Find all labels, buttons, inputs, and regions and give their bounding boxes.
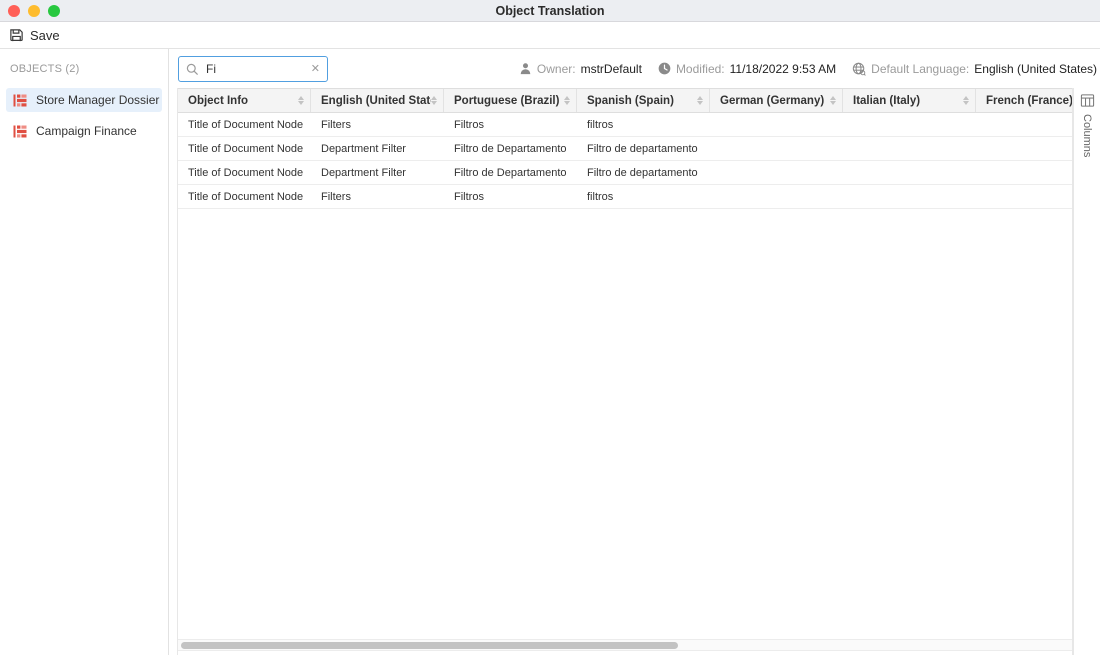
- window-title: Object Translation: [0, 4, 1100, 18]
- search-box[interactable]: ✕: [178, 56, 328, 82]
- table-cell[interactable]: Filtros: [444, 113, 577, 136]
- translation-table: Object Info English (United States) Portug…: [177, 88, 1073, 655]
- owner-label: Owner:: [537, 62, 576, 76]
- table-cell[interactable]: [976, 185, 1073, 208]
- modified-label: Modified:: [676, 62, 725, 76]
- owner-value: mstrDefault: [581, 62, 642, 76]
- modified-value: 11/18/2022 9:53 AM: [730, 62, 837, 76]
- table-cell[interactable]: [710, 185, 843, 208]
- sort-icon[interactable]: [830, 96, 836, 105]
- modified-info: Modified: 11/18/2022 9:53 AM: [658, 62, 836, 76]
- sort-icon[interactable]: [564, 96, 570, 105]
- column-header[interactable]: French (France): [976, 89, 1073, 112]
- table-cell[interactable]: Department Filter: [311, 161, 444, 184]
- sidebar-item-campaign-finance[interactable]: Campaign Finance: [6, 119, 162, 143]
- search-input[interactable]: [206, 62, 311, 76]
- default-language-info: Default Language: English (United States…: [852, 62, 1097, 76]
- column-header-label: French (France): [986, 95, 1073, 107]
- sidebar-item-label: Campaign Finance: [36, 124, 137, 138]
- table-cell[interactable]: Filtros: [444, 185, 577, 208]
- table-cell[interactable]: Title of Document Node: [178, 185, 311, 208]
- table-cell[interactable]: Title of Document Node: [178, 161, 311, 184]
- column-header[interactable]: Object Info: [178, 89, 311, 112]
- table-cell[interactable]: Title of Document Node: [178, 137, 311, 160]
- globe-icon: [852, 62, 866, 76]
- table-columns-icon: [1080, 93, 1095, 108]
- table-row: Title of Document NodeFiltersFiltrosfilt…: [178, 113, 1073, 137]
- table-cell[interactable]: Filters: [311, 185, 444, 208]
- table-empty-area: [178, 209, 1072, 639]
- dossier-icon: [13, 125, 27, 138]
- dossier-icon: [13, 94, 27, 107]
- column-header-label: German (Germany): [720, 95, 824, 107]
- table-cell[interactable]: Filtro de departamento: [577, 137, 710, 160]
- clear-search-icon[interactable]: ✕: [311, 64, 320, 75]
- sort-icon[interactable]: [697, 96, 703, 105]
- sort-icon[interactable]: [298, 96, 304, 105]
- table-cell[interactable]: Title of Document Node: [178, 113, 311, 136]
- table-cell[interactable]: [710, 113, 843, 136]
- table-row: Title of Document NodeFiltersFiltrosfilt…: [178, 185, 1073, 209]
- person-icon: [519, 62, 532, 75]
- table-cell[interactable]: [843, 161, 976, 184]
- table-header-row: Object Info English (United States) Portug…: [178, 88, 1073, 113]
- column-header-label: English (United States): [321, 95, 431, 107]
- object-info-bar: Owner: mstrDefault Modified: 11/18/2022 …: [519, 49, 1097, 88]
- column-header-label: Spanish (Spain): [587, 95, 674, 107]
- table-cell[interactable]: Filtro de departamento: [577, 161, 710, 184]
- column-header-label: Portuguese (Brazil): [454, 95, 559, 107]
- table-cell[interactable]: [710, 161, 843, 184]
- table-cell[interactable]: [843, 113, 976, 136]
- table-cell[interactable]: [976, 113, 1073, 136]
- table-cell[interactable]: [710, 137, 843, 160]
- sort-icon[interactable]: [431, 96, 437, 105]
- column-header[interactable]: English (United States): [311, 89, 444, 112]
- table-row: Title of Document NodeDepartment FilterF…: [178, 137, 1073, 161]
- table-cell[interactable]: [976, 161, 1073, 184]
- table-cell[interactable]: Filters: [311, 113, 444, 136]
- table-cell[interactable]: [976, 137, 1073, 160]
- column-header-label: Italian (Italy): [853, 95, 920, 107]
- horizontal-scrollbar-thumb[interactable]: [181, 642, 678, 649]
- default-language-value: English (United States): [974, 62, 1097, 76]
- column-header[interactable]: Italian (Italy): [843, 89, 976, 112]
- table-row: Title of Document NodeDepartment FilterF…: [178, 161, 1073, 185]
- magnifier-icon: [186, 63, 199, 76]
- clock-icon: [658, 62, 671, 75]
- title-bar: Object Translation: [0, 0, 1100, 22]
- column-header-label: Object Info: [188, 95, 248, 107]
- columns-panel-button[interactable]: Columns: [1073, 88, 1100, 655]
- floppy-disk-icon: [9, 28, 24, 43]
- objects-count-label: OBJECTS (2): [0, 59, 168, 85]
- table-cell[interactable]: Filtro de Departamento: [444, 137, 577, 160]
- table-body: Title of Document NodeFiltersFiltrosfilt…: [178, 113, 1072, 209]
- column-header[interactable]: German (Germany): [710, 89, 843, 112]
- table-cell[interactable]: Department Filter: [311, 137, 444, 160]
- default-language-label: Default Language:: [871, 62, 969, 76]
- sidebar-item-label: Store Manager Dossier: [36, 93, 159, 107]
- table-cell[interactable]: filtros: [577, 185, 710, 208]
- columns-panel-label: Columns: [1081, 114, 1093, 157]
- save-button[interactable]: Save: [9, 28, 60, 43]
- table-cell[interactable]: [843, 185, 976, 208]
- column-header[interactable]: Portuguese (Brazil): [444, 89, 577, 112]
- owner-info: Owner: mstrDefault: [519, 62, 642, 76]
- table-cell[interactable]: [843, 137, 976, 160]
- main-panel: ✕ Owner: mstrDefault: [169, 49, 1100, 655]
- sidebar-item-store-manager-dossier[interactable]: Store Manager Dossier: [6, 88, 162, 112]
- table-cell[interactable]: filtros: [577, 113, 710, 136]
- column-header[interactable]: Spanish (Spain): [577, 89, 710, 112]
- horizontal-scrollbar[interactable]: [178, 639, 1072, 651]
- save-button-label: Save: [30, 28, 60, 43]
- objects-sidebar: OBJECTS (2) Store Manager Dossier: [0, 49, 169, 655]
- table-cell[interactable]: Filtro de Departamento: [444, 161, 577, 184]
- sort-icon[interactable]: [963, 96, 969, 105]
- toolbar: Save: [0, 22, 1100, 49]
